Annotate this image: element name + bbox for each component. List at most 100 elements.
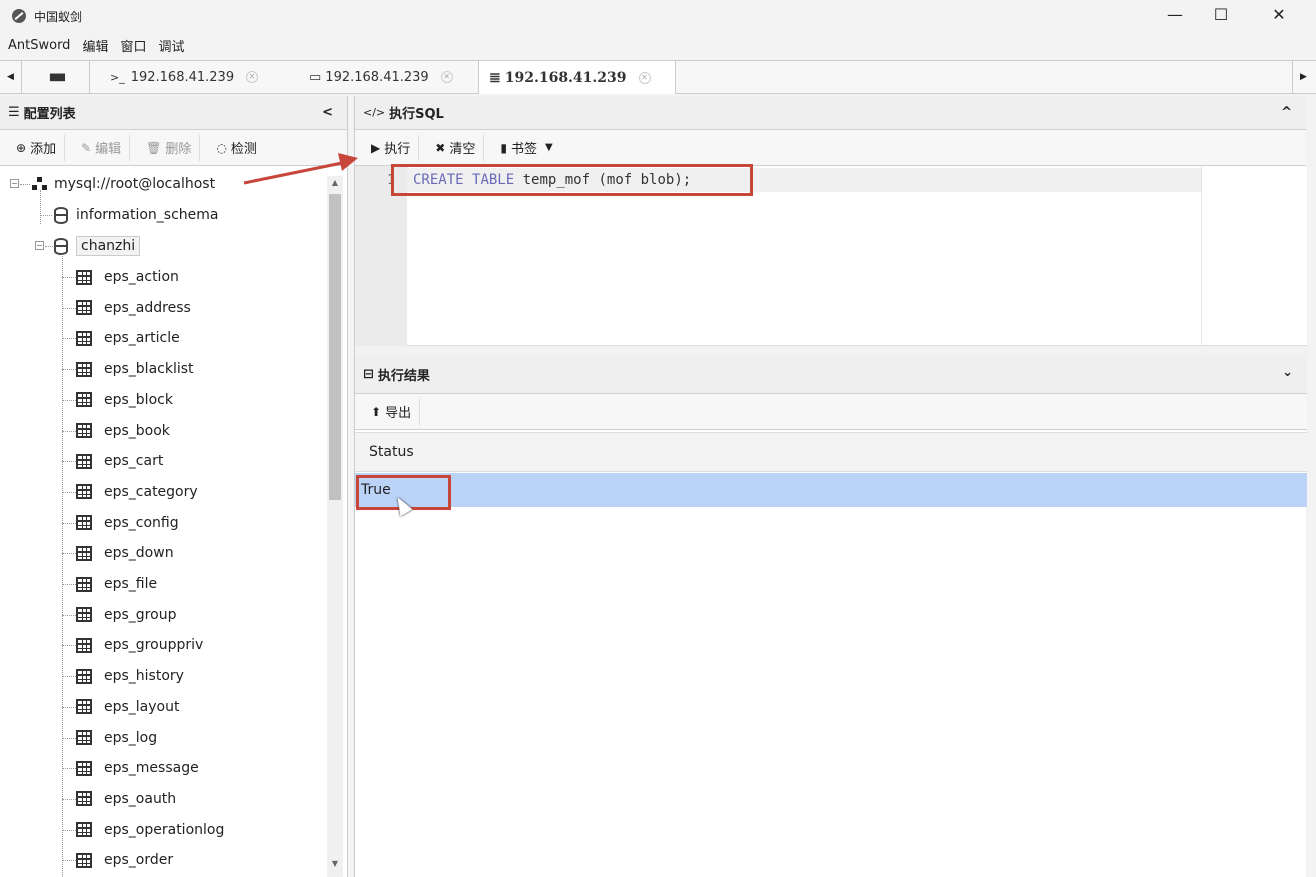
print-margin bbox=[1201, 166, 1202, 346]
scroll-up-icon[interactable]: ▲ bbox=[327, 178, 343, 192]
sql-editor[interactable]: 1 CREATE TABLE temp_mof (mof blob); bbox=[355, 164, 1307, 346]
table-name: eps_action bbox=[104, 269, 179, 285]
run-button[interactable]: ▶ 执行 bbox=[363, 134, 420, 161]
tab-close-icon[interactable]: ✕ bbox=[638, 71, 651, 84]
panel-splitter[interactable] bbox=[355, 346, 1307, 356]
tree-line bbox=[45, 246, 53, 247]
table-node[interactable]: eps_grouppriv bbox=[76, 630, 203, 660]
maximize-button[interactable]: ☐ bbox=[1198, 0, 1244, 28]
table-node[interactable]: eps_oauth bbox=[76, 784, 176, 814]
export-button[interactable]: ⬆ 导出 bbox=[363, 398, 421, 425]
table-icon bbox=[76, 300, 92, 316]
minimize-button[interactable]: — bbox=[1152, 0, 1198, 28]
tab-database[interactable]: ≣ 192.168.41.239 ✕ bbox=[478, 61, 676, 94]
table-name: eps_article bbox=[104, 330, 180, 347]
tab-database-label: 192.168.41.239 bbox=[504, 69, 627, 86]
sql-toolbar: ▶ 执行 ✖ 清空 ▮ 书签 ▼ bbox=[355, 130, 1306, 166]
connection-node[interactable]: mysql://root@localhost bbox=[32, 169, 215, 199]
table-node[interactable]: eps_block bbox=[76, 385, 173, 415]
play-icon: ▶ bbox=[371, 140, 381, 155]
tab-scroll-right-icon[interactable]: ▶ bbox=[1292, 61, 1314, 93]
config-list-title: 配置列表 bbox=[23, 107, 76, 122]
table-node[interactable]: eps_down bbox=[76, 538, 174, 568]
tree-line bbox=[62, 491, 76, 493]
chevron-down-icon[interactable]: ⌄ bbox=[1282, 365, 1293, 380]
tab-files[interactable]: ▭ 192.168.41.239 ✕ bbox=[309, 61, 453, 93]
check-button[interactable]: ◌ 检测 bbox=[208, 135, 265, 161]
table-node[interactable]: eps_order bbox=[76, 845, 173, 875]
database-icon bbox=[54, 206, 68, 224]
tab-home[interactable]: ■■ bbox=[24, 61, 90, 93]
table-node[interactable]: eps_blacklist bbox=[76, 354, 194, 384]
tree-line bbox=[62, 522, 76, 524]
table-node[interactable]: eps_action bbox=[76, 262, 179, 292]
table-icon bbox=[76, 668, 92, 684]
table-node[interactable]: eps_category bbox=[76, 477, 198, 507]
bookmark-button[interactable]: ▮ 书签 ▼ bbox=[492, 135, 560, 161]
close-button[interactable]: ✕ bbox=[1256, 0, 1302, 28]
scrollbar-thumb[interactable] bbox=[329, 194, 341, 500]
table-node[interactable]: eps_book bbox=[76, 416, 170, 446]
table-node[interactable]: eps_log bbox=[76, 723, 157, 753]
chevron-down-icon: ▼ bbox=[544, 142, 553, 153]
tab-bar: ◀ ■■ >_ 192.168.41.239 ✕ ▭ 192.168.41.23… bbox=[0, 60, 1316, 94]
table-name: eps_grouppriv bbox=[104, 637, 204, 654]
tree-scrollbar[interactable]: ▲ ▼ bbox=[327, 176, 343, 877]
add-button[interactable]: ⊕ 添加 bbox=[8, 134, 66, 161]
tab-close-icon[interactable]: ✕ bbox=[246, 71, 259, 83]
tree-line bbox=[62, 553, 76, 555]
tab-terminal-label: 192.168.41.239 bbox=[130, 69, 235, 85]
scroll-down-icon[interactable]: ▼ bbox=[327, 859, 343, 873]
clear-button[interactable]: ✖ 清空 bbox=[427, 134, 485, 161]
tab-terminal[interactable]: >_ 192.168.41.239 ✕ bbox=[110, 61, 259, 93]
grid-icon: ■■ bbox=[49, 71, 66, 83]
bookmark-icon: ▮ bbox=[500, 140, 507, 155]
menu-window[interactable]: 窗口 bbox=[120, 36, 146, 55]
collapse-panel-icon[interactable]: < bbox=[322, 105, 333, 120]
collapse-database-icon[interactable]: − bbox=[35, 241, 44, 250]
table-icon bbox=[76, 852, 92, 868]
table-node[interactable]: eps_address bbox=[76, 293, 191, 323]
plus-circle-icon: ⊕ bbox=[16, 140, 27, 155]
menu-edit[interactable]: 编辑 bbox=[82, 36, 108, 55]
result-row[interactable]: True bbox=[355, 473, 1307, 507]
tab-scroll-left-icon[interactable]: ◀ bbox=[0, 61, 22, 93]
table-node[interactable]: eps_file bbox=[76, 569, 157, 599]
delete-button[interactable]: 🗑 删除 bbox=[138, 134, 201, 161]
table-node[interactable]: eps_cart bbox=[76, 446, 163, 476]
table-icon bbox=[76, 791, 92, 807]
tree-line bbox=[62, 369, 76, 371]
tree-line bbox=[62, 254, 63, 877]
tree-line bbox=[62, 645, 76, 647]
tree-line bbox=[40, 215, 52, 216]
database-node[interactable]: information_schema bbox=[54, 200, 219, 230]
table-node[interactable]: eps_article bbox=[76, 323, 180, 353]
collapse-connection-icon[interactable]: − bbox=[10, 179, 19, 188]
table-name: eps_log bbox=[104, 729, 158, 746]
result-column-header[interactable]: Status bbox=[355, 432, 1307, 472]
table-node[interactable]: eps_layout bbox=[76, 692, 179, 722]
table-name: eps_config bbox=[104, 514, 179, 531]
table-name: eps_book bbox=[104, 422, 170, 439]
menu-debug[interactable]: 调试 bbox=[158, 36, 184, 55]
tree-line bbox=[62, 584, 76, 585]
tree-line bbox=[20, 184, 30, 185]
tree-line bbox=[62, 614, 76, 616]
table-icon bbox=[76, 760, 92, 776]
table-node[interactable]: eps_message bbox=[76, 753, 199, 783]
database-node-chanzhi[interactable]: chanzhi bbox=[54, 231, 141, 261]
terminal-icon: >_ bbox=[110, 70, 125, 84]
table-node[interactable]: eps_operationlog bbox=[76, 815, 224, 845]
table-name: eps_address bbox=[104, 299, 191, 316]
table-node[interactable]: eps_group bbox=[76, 600, 176, 630]
chevron-up-icon[interactable]: ^ bbox=[1281, 105, 1292, 120]
database-icon: ≣ bbox=[489, 69, 501, 86]
table-node[interactable]: eps_config bbox=[76, 508, 179, 538]
config-list-header: ☰ 配置列表 < bbox=[0, 96, 347, 130]
tab-close-icon[interactable]: ✕ bbox=[440, 71, 453, 83]
menu-antsword[interactable]: AntSword bbox=[8, 38, 70, 53]
table-name: eps_category bbox=[104, 483, 198, 500]
table-node[interactable]: eps_history bbox=[76, 661, 184, 691]
edit-button[interactable]: ✎ 编辑 bbox=[73, 134, 131, 161]
table-name: eps_message bbox=[104, 760, 199, 777]
